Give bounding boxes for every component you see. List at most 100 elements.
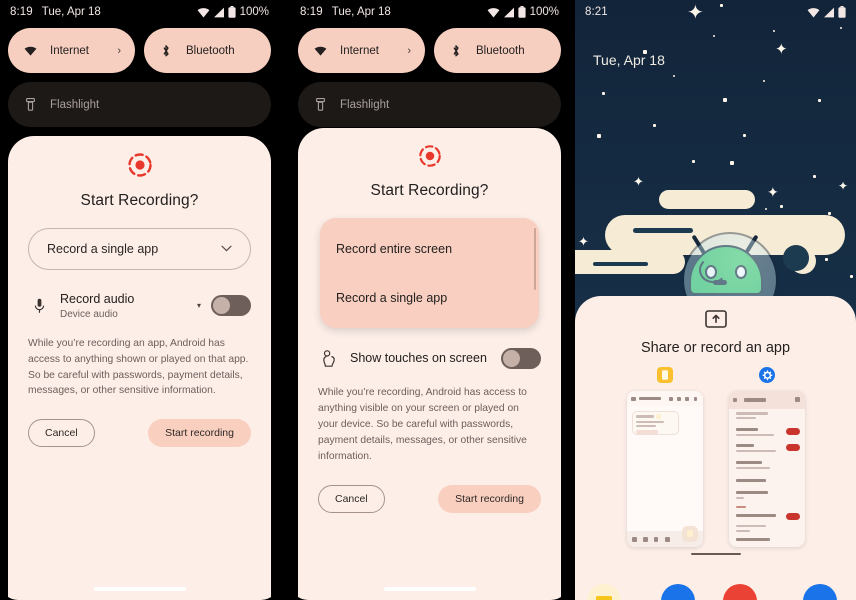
audio-source-caret-icon[interactable]: ▾ (197, 301, 201, 310)
settings-icon-wrap (729, 366, 805, 384)
flashlight-icon (312, 98, 328, 111)
preview-line (638, 397, 661, 400)
app-thumbnail-settings[interactable] (728, 366, 805, 547)
record-audio-texts: Record audio Device audio (60, 292, 197, 320)
battery-icon (838, 6, 846, 18)
dropdown-option-single-app[interactable]: Record a single app (320, 273, 539, 322)
preview-line (735, 434, 774, 436)
status-time: 8:19 (10, 6, 33, 18)
preview-line (735, 444, 754, 447)
start-recording-button[interactable]: Start recording (438, 484, 541, 513)
star (713, 35, 715, 37)
status-date: Tue, Apr 18 (41, 6, 101, 18)
preview-switch-on (785, 444, 800, 451)
qs-tile-bluetooth-label: Bluetooth (186, 44, 235, 57)
qs-tile-flashlight[interactable]: Flashlight (8, 82, 271, 127)
dropdown-option-entire-screen[interactable]: Record entire screen (320, 224, 539, 273)
preview-appbar (728, 391, 805, 409)
record-audio-title: Record audio (60, 292, 135, 306)
cancel-button[interactable]: Cancel (318, 484, 385, 513)
microphone-icon (28, 298, 50, 314)
dock-app-icon[interactable] (661, 584, 695, 600)
sparkle-icon: ✦ (767, 184, 779, 200)
star (763, 80, 765, 82)
record-audio-toggle[interactable] (211, 295, 251, 317)
preview-line (693, 396, 697, 401)
star (780, 205, 783, 208)
wifi-icon (487, 7, 499, 18)
quick-settings-panel: Internet › Bluetooth Flashlight (298, 28, 561, 136)
notes-app-preview[interactable] (626, 391, 703, 547)
cancel-button[interactable]: Cancel (28, 419, 95, 448)
show-touches-toggle[interactable] (501, 348, 541, 369)
preview-line (735, 538, 770, 541)
star (840, 27, 842, 29)
star (673, 75, 675, 77)
dock-icon-glyph (596, 596, 612, 600)
preview-chip (635, 430, 658, 434)
qs-tile-internet[interactable]: Internet › (8, 28, 135, 73)
status-date: Tue, Apr 18 (331, 6, 391, 18)
preview-line (794, 397, 800, 402)
star (723, 98, 727, 102)
note-card (631, 411, 679, 435)
preview-line (684, 396, 689, 401)
recording-warning-text: While you’re recording an app, Android h… (28, 337, 249, 397)
gesture-nav-pill[interactable] (93, 587, 186, 591)
bluetooth-icon (448, 44, 464, 58)
dock-app-icon[interactable] (803, 584, 837, 600)
cloud-line (593, 262, 648, 266)
dock-app-icon[interactable] (723, 584, 757, 600)
wifi-icon (22, 46, 38, 56)
gesture-nav-pill[interactable] (690, 553, 741, 555)
record-audio-row[interactable]: Record audio Device audio ▾ (28, 292, 251, 320)
qs-tile-flashlight-label: Flashlight (50, 98, 100, 111)
preview-line (732, 398, 737, 402)
qs-tile-flashlight[interactable]: Flashlight (298, 82, 561, 127)
preview-line (735, 497, 744, 499)
qs-tile-internet[interactable]: Internet › (298, 28, 425, 73)
show-touches-title: Show touches on screen (350, 350, 487, 365)
record-icon-wrap (28, 152, 251, 178)
dock-app-icon[interactable] (587, 584, 621, 600)
qs-tile-internet-label: Internet (340, 44, 379, 57)
wifi-icon (312, 46, 328, 56)
preview-line (635, 415, 654, 418)
sparkle-icon: ✦ (775, 41, 788, 58)
gesture-nav-pill[interactable] (383, 587, 476, 591)
quick-settings-row-2: Flashlight (8, 82, 271, 127)
sparkle-icon: ✦ (633, 174, 644, 189)
record-icon (127, 153, 152, 177)
preview-line (676, 396, 681, 401)
preview-line (735, 491, 768, 494)
dialog-title: Start Recording? (80, 192, 199, 209)
home-dock-peek (575, 580, 856, 600)
preview-line (735, 479, 766, 482)
battery-percent: 100% (529, 6, 559, 18)
app-thumbnail-notes[interactable] (626, 366, 703, 547)
preview-line (664, 537, 670, 542)
star (765, 208, 767, 210)
preview-line (735, 417, 756, 419)
record-mode-select[interactable]: Record a single app (28, 228, 251, 270)
battery-icon (227, 6, 236, 18)
preview-line (630, 396, 636, 401)
dropdown-scrollbar[interactable] (534, 228, 536, 290)
qs-tile-bluetooth[interactable]: Bluetooth (434, 28, 561, 73)
qs-tile-bluetooth[interactable]: Bluetooth (144, 28, 271, 73)
preview-line (735, 461, 762, 464)
star (692, 160, 695, 163)
quick-settings-row-1: Internet › Bluetooth (8, 28, 271, 73)
qs-tile-flashlight-label: Flashlight (340, 98, 390, 111)
chevron-right-icon: › (117, 44, 121, 57)
dropdown-option-label: Record a single app (336, 290, 448, 305)
share-sheet-title: Share or record an app (640, 340, 791, 356)
settings-app-preview[interactable] (728, 391, 805, 547)
battery-icon (517, 6, 526, 18)
start-recording-button[interactable]: Start recording (148, 419, 251, 448)
chevron-right-icon: › (407, 44, 411, 57)
record-icon-wrap (318, 144, 541, 168)
show-touches-row[interactable]: Show touches on screen (318, 348, 541, 369)
preview-line (735, 525, 766, 527)
toggle-knob (213, 297, 230, 315)
